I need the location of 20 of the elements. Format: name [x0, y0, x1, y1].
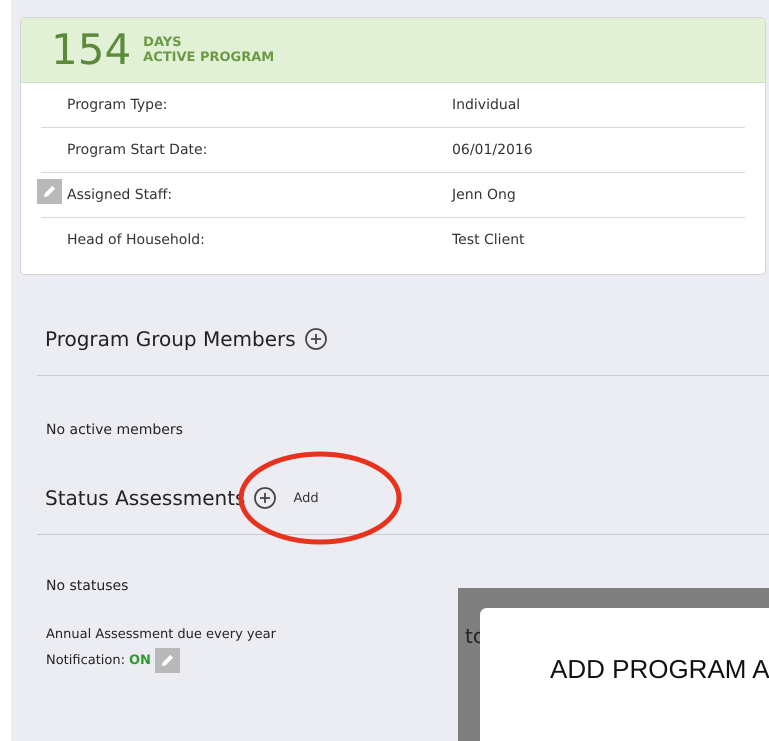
field-label: Head of Household:	[67, 232, 206, 248]
status-label: ACTIVE PROGRAM	[143, 50, 274, 65]
add-button[interactable]: Add	[293, 490, 319, 506]
add-icon[interactable]	[304, 327, 328, 351]
empty-text: No active members	[46, 422, 183, 438]
section-title: Program Group Members	[45, 327, 296, 351]
days-count: 154	[51, 29, 132, 71]
due-text: Annual Assessment due every year	[46, 627, 276, 642]
field-label: Program Type:	[67, 97, 168, 113]
field-value: Individual	[452, 97, 520, 113]
add-icon[interactable]	[253, 486, 278, 510]
notification-label: Notification:	[46, 653, 125, 668]
field-value: Test Client	[452, 232, 525, 248]
notification-state: ON	[128, 653, 151, 668]
field-value: 06/01/2016	[452, 142, 533, 158]
days-label: DAYS	[143, 35, 183, 50]
field-label: Program Start Date:	[67, 142, 208, 158]
field-value: Jenn Ong	[452, 187, 516, 203]
empty-text: No statuses	[46, 578, 128, 594]
field-label: Assigned Staff:	[67, 187, 174, 203]
